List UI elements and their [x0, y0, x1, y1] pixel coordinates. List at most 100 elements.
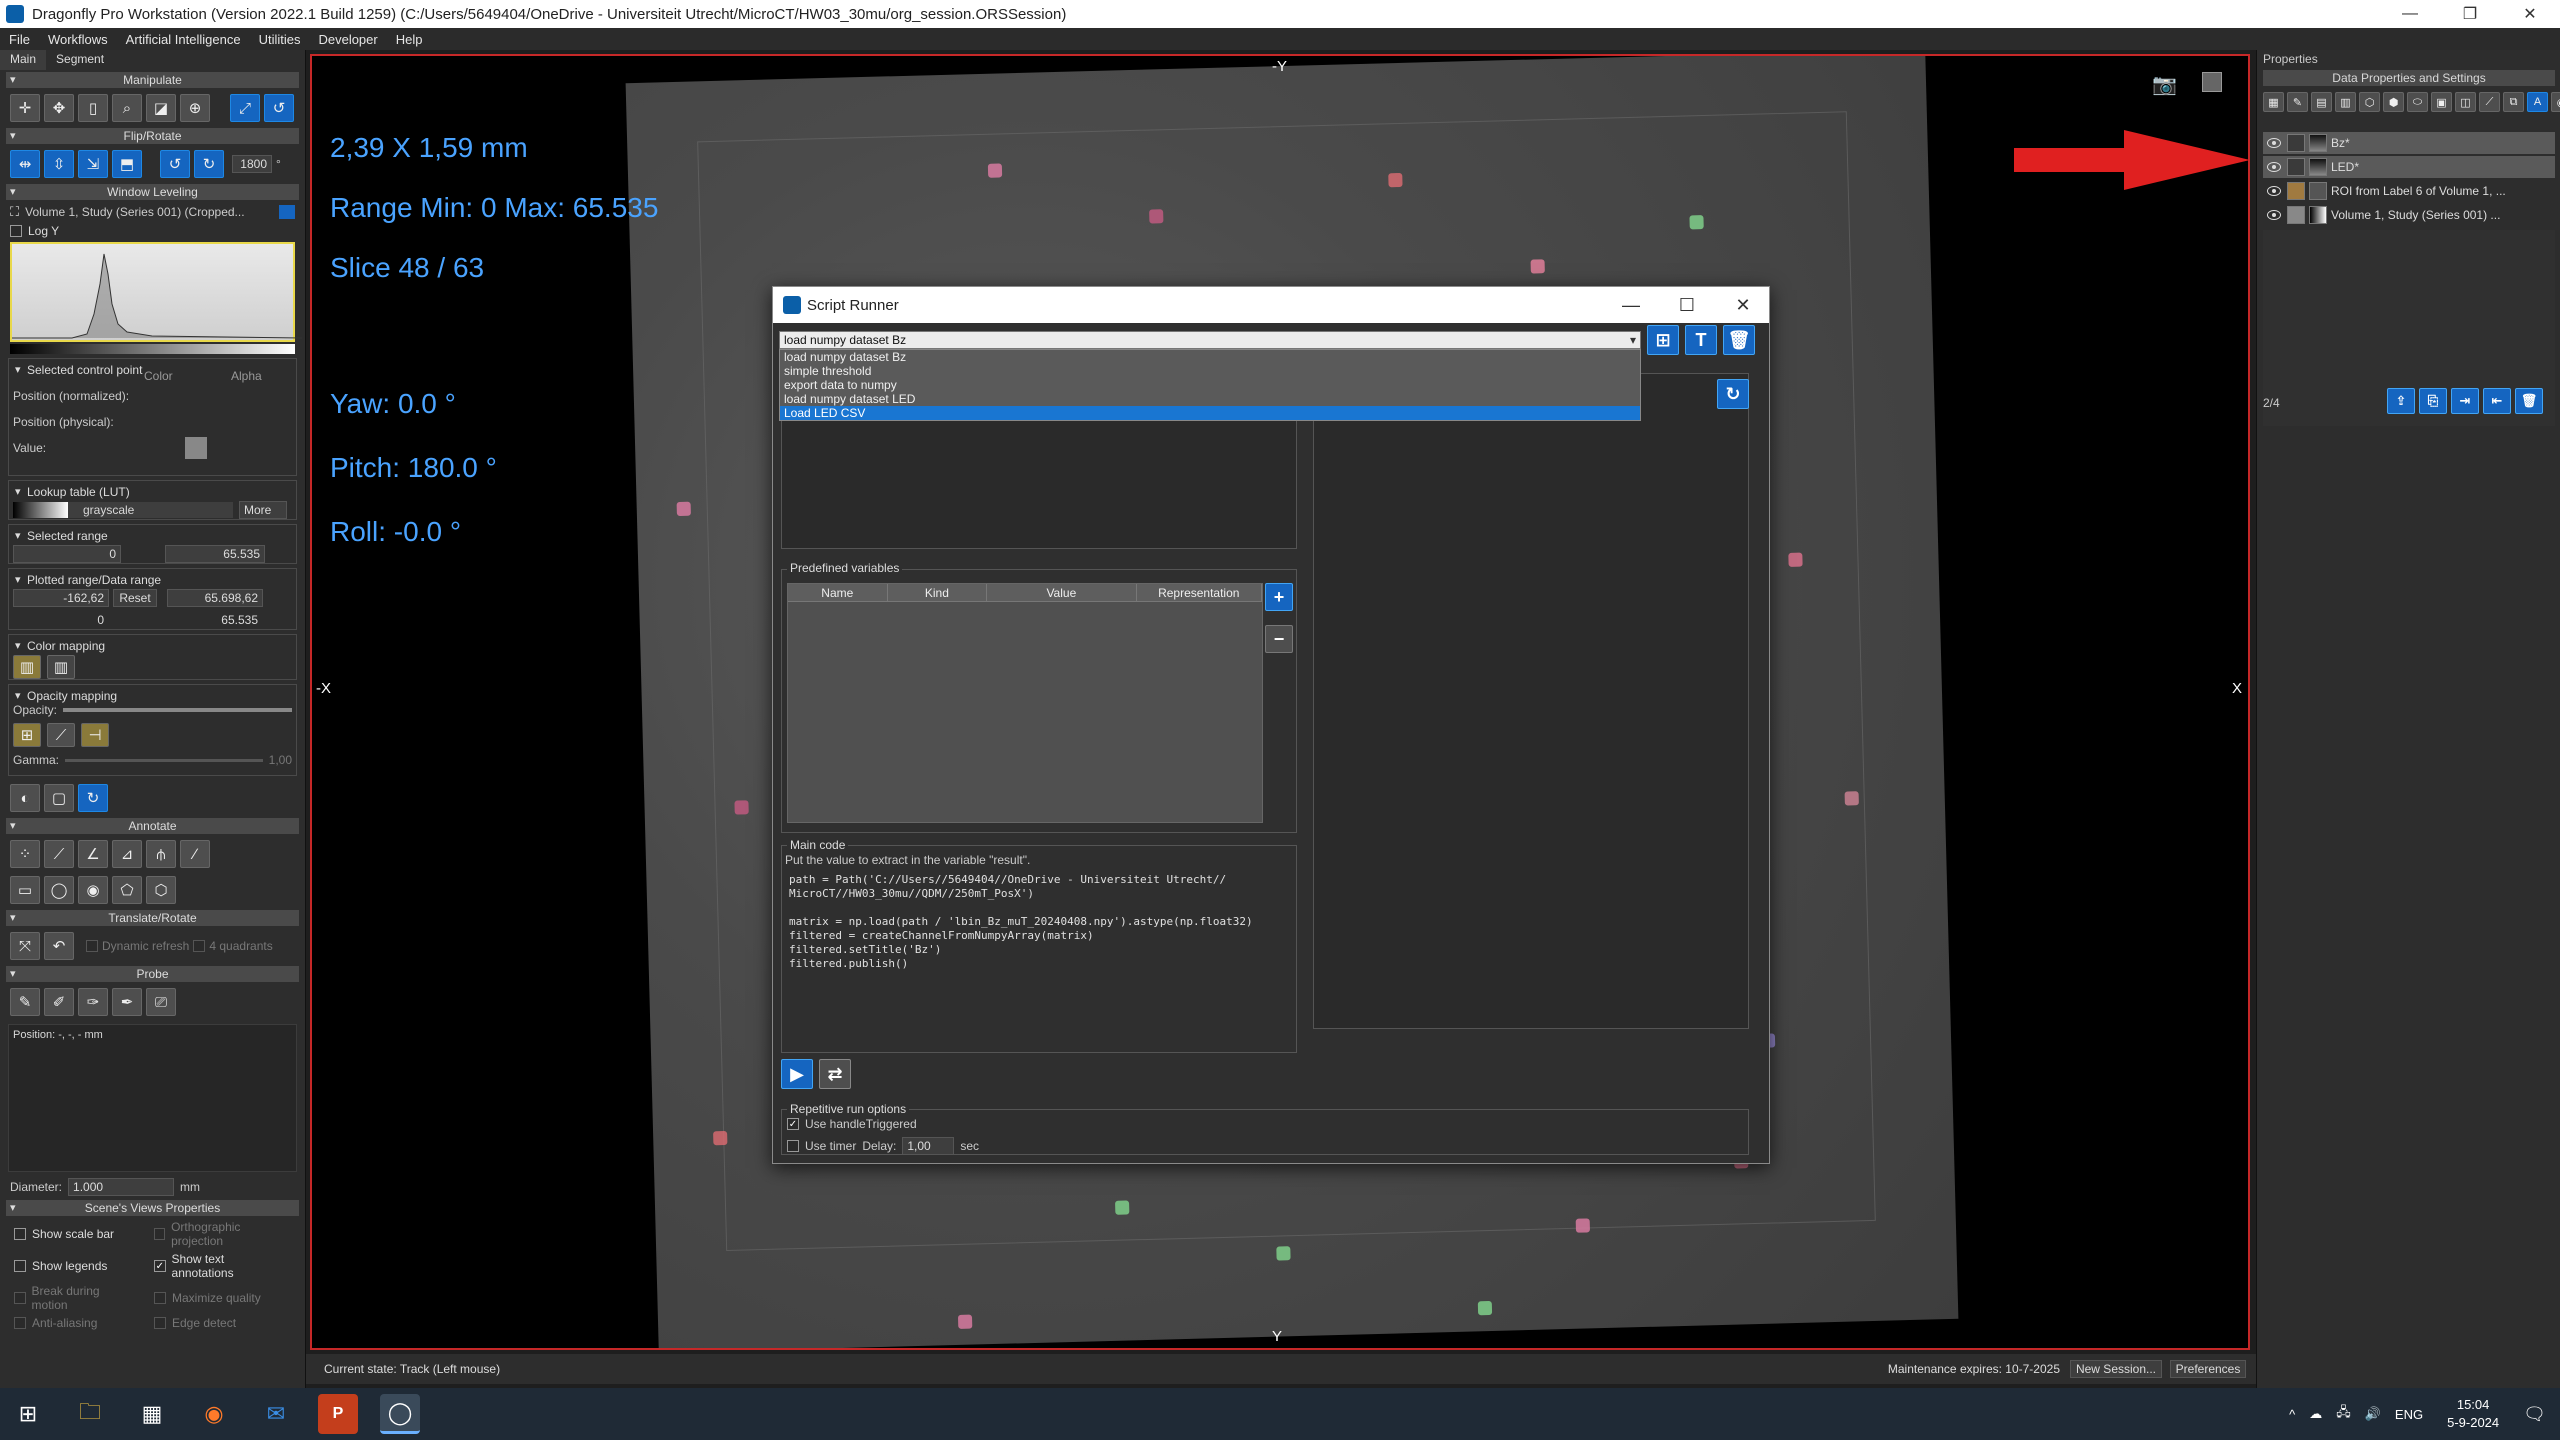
brush-icon[interactable]: ✎ [2287, 92, 2308, 112]
data-row-volume[interactable]: Volume 1, Study (Series 001) ... [2263, 204, 2555, 226]
gamma-slider[interactable] [65, 758, 263, 762]
layers-icon[interactable]: ▤ [2311, 92, 2332, 112]
target-tool-icon[interactable]: ⊕ [180, 94, 210, 122]
menu-file[interactable]: File [0, 32, 39, 47]
flip-vertical-icon[interactable]: ⇳ [44, 150, 74, 178]
maximize-button[interactable]: ❐ [2440, 0, 2500, 28]
roi-icon[interactable]: ▣ [2431, 92, 2452, 112]
line-tool-icon[interactable]: ∕ [180, 840, 210, 868]
tab-main[interactable]: Main [0, 50, 47, 70]
menu-developer[interactable]: Developer [309, 32, 386, 47]
add-script-button[interactable]: ⊞ [1647, 325, 1679, 355]
dialog-maximize-button[interactable]: ☐ [1659, 287, 1715, 323]
data-properties-header[interactable]: Data Properties and Settings [2263, 70, 2555, 86]
move-tool-icon[interactable]: ✛ [10, 94, 40, 122]
close-button[interactable]: ✕ [2500, 0, 2560, 28]
flip-depth-icon[interactable]: ⬒ [112, 150, 142, 178]
add-variable-button[interactable]: + [1265, 583, 1293, 611]
variables-table[interactable]: Name Kind Value Representation [787, 583, 1263, 823]
grayscale-bar[interactable] [10, 344, 295, 354]
reset-range-button[interactable]: Reset [113, 589, 157, 607]
translate-tool-icon[interactable]: ⤧ [10, 932, 40, 960]
page-tool-icon[interactable]: ▯ [78, 94, 108, 122]
menu-workflows[interactable]: Workflows [39, 32, 117, 47]
opacity-map-b-icon[interactable]: ⟋ [47, 723, 75, 747]
control-point-color-swatch[interactable] [185, 437, 207, 459]
outlook-icon[interactable]: ✉ [256, 1394, 296, 1434]
notifications-icon[interactable]: 🗨 [2523, 1404, 2546, 1425]
col-value[interactable]: Value [987, 584, 1137, 601]
stack-icon[interactable]: ▥ [2335, 92, 2356, 112]
probe-e-icon[interactable]: ⎚ [146, 988, 176, 1016]
language-indicator[interactable]: ENG [2395, 1407, 2423, 1422]
menu-help[interactable]: Help [387, 32, 432, 47]
ellipse-tool-icon[interactable]: ◯ [44, 876, 74, 904]
box-icon[interactable]: ◫ [2455, 92, 2476, 112]
rename-script-button[interactable]: T [1685, 325, 1717, 355]
opacity-mapping-title[interactable]: Opacity mapping [13, 689, 292, 703]
undo-transform-icon[interactable]: ↶ [44, 932, 74, 960]
rotate-angle-field[interactable]: 1800 [232, 155, 272, 173]
group-icon[interactable]: ⧉ [2503, 92, 2524, 112]
delay-field[interactable]: 1,00 [902, 1137, 955, 1155]
dynamic-refresh-checkbox[interactable] [86, 940, 98, 952]
code-editor[interactable]: path = Path('C://Users//5649404//OneDriv… [789, 873, 1289, 1053]
plotted-range-title[interactable]: Plotted range/Data range [13, 573, 292, 587]
col-kind[interactable]: Kind [888, 584, 988, 601]
plot-min-field[interactable]: -162,62 [13, 589, 109, 607]
lut-dropdown[interactable]: grayscale [13, 502, 233, 518]
probe-b-icon[interactable]: ✐ [44, 988, 74, 1016]
minimize-button[interactable]: — [2380, 0, 2440, 28]
selected-max-field[interactable]: 65.535 [165, 545, 265, 563]
script-option[interactable]: export data to numpy [780, 378, 1640, 392]
menu-ai[interactable]: Artificial Intelligence [117, 32, 250, 47]
show-legends-checkbox[interactable] [14, 1260, 26, 1272]
visibility-toggle-icon[interactable]: ◉ [2551, 92, 2560, 112]
file-explorer-icon[interactable]: 🗀 [70, 1394, 110, 1434]
refresh-output-button[interactable]: ↻ [1717, 379, 1749, 409]
selected-min-field[interactable]: 0 [13, 545, 121, 563]
show-scale-bar-checkbox[interactable] [14, 1228, 26, 1240]
rotate-ccw-icon[interactable]: ↺ [160, 150, 190, 178]
annotation-icon[interactable]: ⟋ [2479, 92, 2500, 112]
freehand-tool-icon[interactable]: ⬡ [146, 876, 176, 904]
dragonfly-taskbar-icon[interactable]: ◯ [380, 1394, 420, 1434]
break-motion-checkbox[interactable] [14, 1292, 26, 1304]
section-probe[interactable]: Probe [6, 966, 299, 982]
network-icon[interactable]: 🖧 [2336, 1403, 2351, 1425]
import-icon[interactable]: ⇤ [2483, 388, 2511, 414]
volume-options-icon[interactable] [279, 205, 295, 219]
delete-data-icon[interactable]: 🗑 [2515, 388, 2543, 414]
polygon-tool-icon[interactable]: ⬠ [112, 876, 142, 904]
dialog-close-button[interactable]: ✕ [1715, 287, 1771, 323]
show-text-annotations-checkbox[interactable]: ✓ [154, 1260, 166, 1272]
ortho-checkbox[interactable] [154, 1228, 166, 1240]
section-flip-rotate[interactable]: Flip/Rotate [6, 128, 299, 144]
store-icon[interactable]: ▦ [132, 1394, 172, 1434]
data-row-led[interactable]: LED* [2263, 156, 2555, 178]
clock-date[interactable]: 5-9-2024 [2447, 1414, 2499, 1432]
log-y-checkbox[interactable] [10, 225, 22, 237]
fit-view-icon[interactable]: ⤢ [230, 94, 260, 122]
zoom-tool-icon[interactable]: ⌕ [112, 94, 142, 122]
selected-range-title[interactable]: Selected range [13, 529, 292, 543]
flip-horizontal-icon[interactable]: ⇹ [10, 150, 40, 178]
eye-icon[interactable] [2267, 138, 2281, 148]
probe-d-icon[interactable]: ✒ [112, 988, 142, 1016]
diameter-field[interactable]: 1.000 [68, 1178, 175, 1196]
section-annotate[interactable]: Annotate [6, 818, 299, 834]
use-timer-checkbox[interactable] [787, 1140, 799, 1152]
script-option[interactable]: load numpy dataset Bz [780, 350, 1640, 364]
layout-icon[interactable] [2202, 72, 2222, 92]
clock-time[interactable]: 15:04 [2447, 1396, 2499, 1414]
color-map-b-icon[interactable]: ▥ [47, 655, 75, 679]
run-script-button[interactable]: ▶ [781, 1059, 813, 1089]
grid-view-icon[interactable]: ▦ [2263, 92, 2284, 112]
invert-icon[interactable]: ◐ [10, 784, 40, 812]
anti-aliasing-checkbox[interactable] [14, 1317, 26, 1329]
lut-title[interactable]: Lookup table (LUT) [13, 485, 292, 499]
mesh-icon[interactable]: ⬡ [2359, 92, 2380, 112]
section-scene-views[interactable]: Scene's Views Properties [6, 1200, 299, 1216]
histogram[interactable] [10, 242, 302, 342]
preferences-button[interactable]: Preferences [2170, 1360, 2246, 1378]
